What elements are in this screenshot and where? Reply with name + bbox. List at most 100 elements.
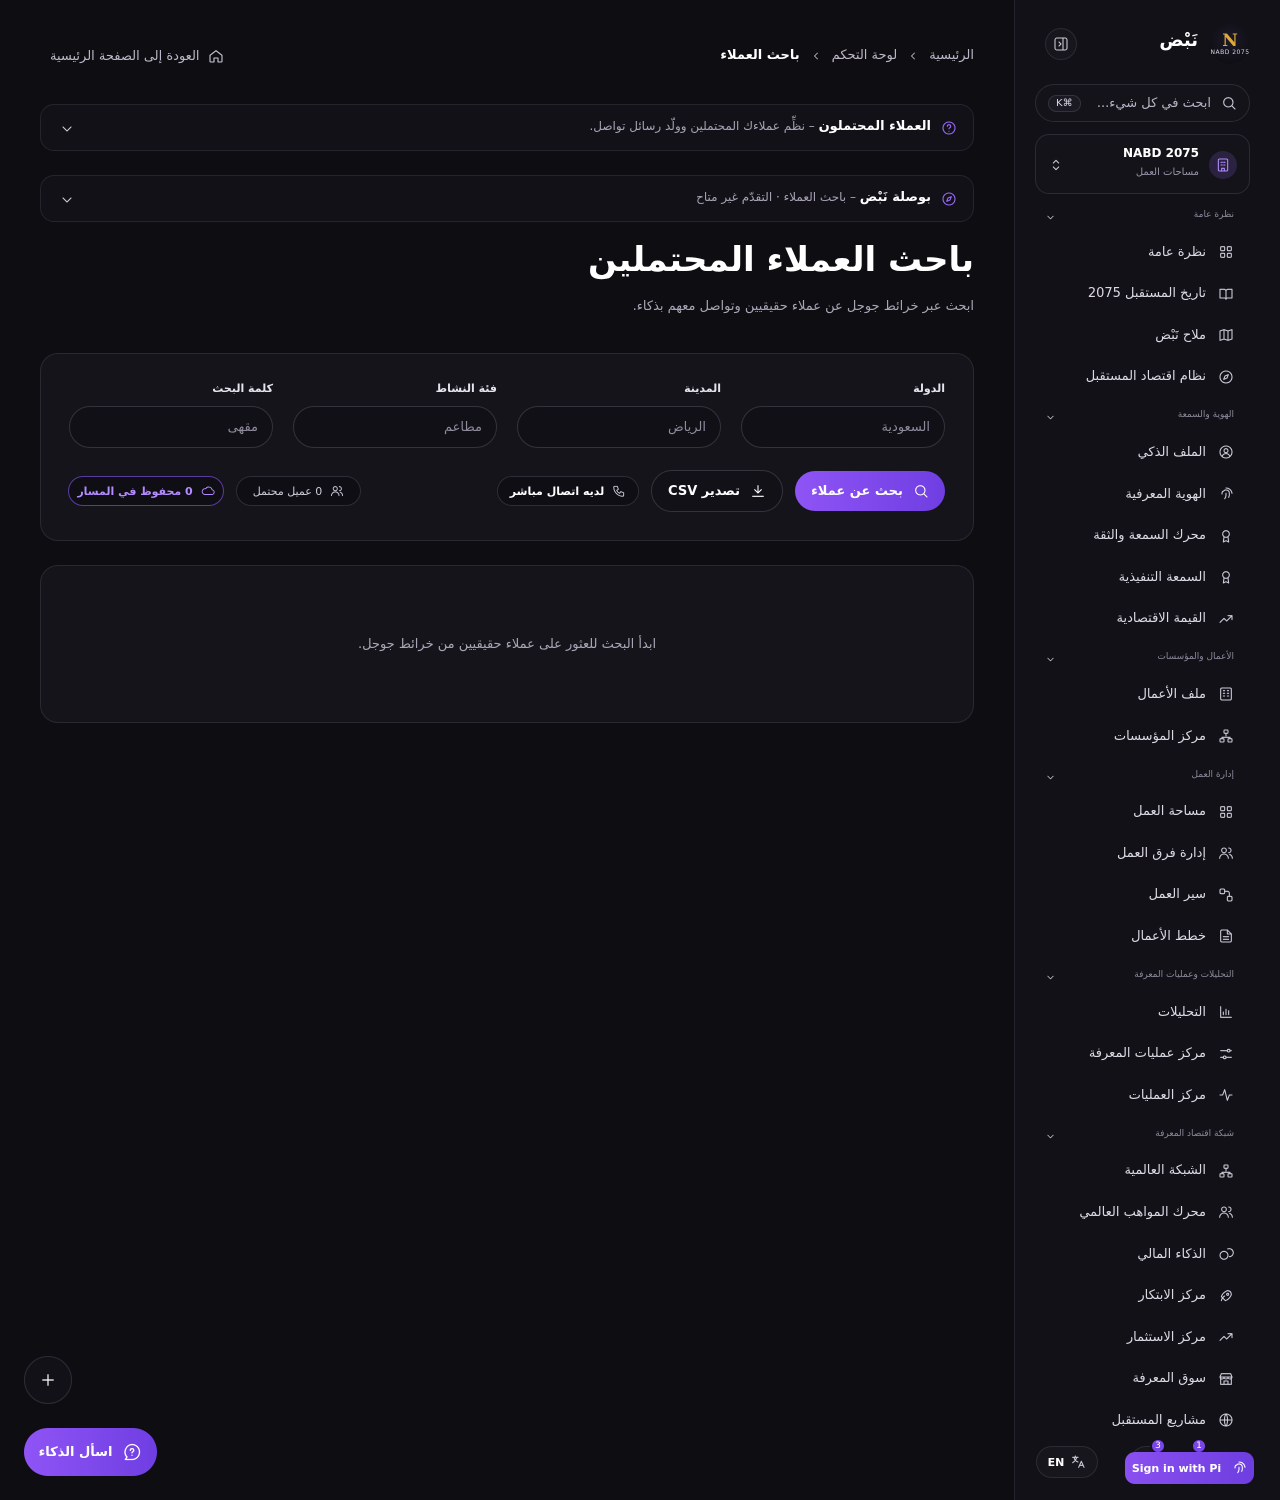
- chevron-down-icon: [1047, 775, 1054, 779]
- sidebar-nav-item[interactable]: سوق المعرفة: [1055, 1367, 1234, 1391]
- workspace-subtitle: مساحات العمل: [1135, 167, 1199, 178]
- has-phone-label: لديه اتصال مباشر: [509, 484, 605, 498]
- sidebar-nav-item[interactable]: تاريخ المستقبل 2075: [1055, 282, 1234, 306]
- sidebar-nav-label: سير العمل: [1148, 887, 1206, 903]
- country-field: الدولة: [741, 382, 945, 448]
- sidebar-nav-label: نظام اقتصاد المستقبل: [1085, 369, 1206, 385]
- sidebar-nav-item[interactable]: خطط الأعمال: [1055, 924, 1234, 948]
- nav-section-header[interactable]: الأعمال والمؤسسات: [1045, 652, 1234, 662]
- brand-name: نَبْض: [1159, 30, 1198, 51]
- phone-icon: [613, 485, 625, 497]
- sidebar-nav-item[interactable]: السمعة التنفيذية: [1055, 565, 1234, 589]
- nav-section-header[interactable]: شبكة اقتصاد المعرفة: [1045, 1129, 1234, 1139]
- saved-pipeline-label: 0 محفوظ في المسار: [77, 484, 193, 498]
- sidebar-nav-item[interactable]: مركز الابتكار: [1055, 1284, 1234, 1308]
- sidebar-nav-label: مشاريع المستقبل: [1111, 1412, 1206, 1428]
- fingerprint-icon: [1221, 487, 1233, 500]
- breadcrumb-dashboard[interactable]: لوحة التحكم: [832, 48, 898, 63]
- ask-ai-button[interactable]: اسأل الذكاء: [24, 1428, 157, 1476]
- sidebar-nav-label: مساحة العمل: [1133, 804, 1206, 820]
- breadcrumb-home[interactable]: الرئيسية: [929, 48, 974, 63]
- award-icon: [1222, 529, 1230, 543]
- field-label: فئة النشاط: [435, 382, 497, 395]
- sign-in-pi-button[interactable]: Sign in with Pi: [1125, 1452, 1254, 1484]
- keyword-input[interactable]: [69, 406, 273, 448]
- sidebar-nav-item[interactable]: إدارة فرق العمل: [1055, 841, 1234, 865]
- sidebar: N NABD 2075 نَبْض ابحث في كل شيء... ⌘K N…: [1014, 0, 1280, 1500]
- chevron-down-icon: [1047, 975, 1054, 980]
- workspace-name: NABD 2075: [1122, 146, 1199, 160]
- back-to-home-link[interactable]: العودة إلى الصفحة الرئيسية: [50, 48, 224, 64]
- sidebar-nav-item[interactable]: القيمة الاقتصادية: [1055, 607, 1234, 631]
- collapse-sidebar-button[interactable]: [1045, 28, 1077, 60]
- sidebar-nav-item[interactable]: ملف الأعمال: [1055, 682, 1234, 706]
- city-input[interactable]: [517, 406, 721, 448]
- saved-pipeline-badge[interactable]: 0 محفوظ في المسار: [68, 476, 224, 506]
- sidebar-nav-item[interactable]: التحليلات: [1055, 1000, 1234, 1024]
- has-phone-filter[interactable]: لديه اتصال مباشر: [497, 476, 639, 506]
- keyword-field: كلمة البحث: [69, 382, 273, 448]
- nav-section-header[interactable]: نظرة عامة: [1045, 210, 1234, 220]
- page-subtitle: ابحث عبر خرائط جوجل عن عملاء حقيقيين وتو…: [632, 299, 974, 314]
- sidebar-nav-item[interactable]: الملف الذكي: [1055, 440, 1234, 464]
- logo-text: NABD 2075: [1210, 48, 1250, 56]
- sidebar-nav-item[interactable]: الشبكة العالمية: [1055, 1159, 1234, 1183]
- back-link-label: العودة إلى الصفحة الرئيسية: [50, 48, 200, 64]
- sidebar-nav-label: الهوية المعرفية: [1125, 486, 1206, 502]
- chevron-updown-icon: [1052, 159, 1060, 171]
- sidebar-nav-item[interactable]: مساحة العمل: [1055, 800, 1234, 824]
- workspace-switcher[interactable]: NABD 2075 مساحات العمل: [1035, 134, 1250, 194]
- country-input[interactable]: [741, 406, 945, 448]
- search-placeholder: ابحث في كل شيء...: [1096, 95, 1211, 111]
- chevron-down-icon: [62, 126, 72, 132]
- nav-section-header[interactable]: الهوية والسمعة: [1045, 410, 1234, 420]
- sliders-icon: [1220, 1048, 1232, 1059]
- language-toggle[interactable]: EN: [1036, 1446, 1098, 1478]
- sidebar-nav-item[interactable]: محرك السمعة والثقة: [1055, 524, 1234, 548]
- accordion-leads[interactable]: العملاء المحتملون – نظِّم عملاءك المحتمل…: [40, 104, 974, 151]
- sidebar-nav-item[interactable]: مركز المؤسسات: [1055, 724, 1234, 748]
- category-input[interactable]: [293, 406, 497, 448]
- search-leads-button[interactable]: بحث عن عملاء: [795, 471, 945, 511]
- leads-count-badge: 0 عميل محتمل: [236, 476, 361, 506]
- trending-up-icon: [1219, 1333, 1233, 1342]
- accordion-desc: – باحث العملاء · التقدّم غير متاح: [696, 190, 856, 204]
- nav-section-title: الهوية والسمعة: [1177, 410, 1234, 421]
- search-shortcut: ⌘K: [1048, 94, 1081, 112]
- map-icon: [1219, 329, 1233, 342]
- language-label: EN: [1047, 1455, 1065, 1469]
- translate-icon: [1072, 1455, 1085, 1468]
- sign-in-pi-label: Sign in with Pi: [1131, 1461, 1222, 1475]
- sidebar-nav-item[interactable]: مركز الاستثمار: [1055, 1325, 1234, 1349]
- sidebar-nav-item[interactable]: ملاح نَبْض: [1055, 323, 1234, 347]
- sidebar-nav-label: محرك السمعة والثقة: [1093, 528, 1206, 544]
- sidebar-nav-item[interactable]: نظرة عامة: [1055, 240, 1234, 264]
- sidebar-nav-item[interactable]: مركز العمليات: [1055, 1083, 1234, 1107]
- sidebar-nav-item[interactable]: الذكاء المالي: [1055, 1242, 1234, 1266]
- bar-chart-icon: [1220, 1006, 1232, 1018]
- sidebar-nav-label: الذكاء المالي: [1137, 1246, 1206, 1262]
- sidebar-nav-item[interactable]: محرك المواهب العالمي: [1055, 1200, 1234, 1224]
- accordion-title: العملاء المحتملون: [818, 119, 931, 134]
- brand-logo[interactable]: N NABD 2075: [1210, 24, 1250, 64]
- sidebar-nav-item[interactable]: مشاريع المستقبل: [1055, 1408, 1234, 1432]
- book-icon: [1219, 288, 1233, 300]
- search-icon: [1223, 97, 1236, 110]
- sidebar-search[interactable]: ابحث في كل شيء... ⌘K: [1035, 84, 1250, 122]
- field-label: المدينة: [684, 382, 721, 395]
- sidebar-nav-item[interactable]: نظام اقتصاد المستقبل: [1055, 365, 1234, 389]
- panel-collapse-icon: [1054, 37, 1068, 51]
- sidebar-nav-label: نظرة عامة: [1147, 244, 1206, 260]
- grid-icon: [1220, 805, 1232, 818]
- nav-section-header[interactable]: إدارة العمل: [1045, 770, 1234, 780]
- nav-section-header[interactable]: التحليلات وعمليات المعرفة: [1045, 970, 1234, 980]
- add-button[interactable]: [24, 1356, 72, 1404]
- sidebar-nav-item[interactable]: سير العمل: [1055, 883, 1234, 907]
- sidebar-nav-item[interactable]: مركز عمليات المعرفة: [1055, 1042, 1234, 1066]
- sidebar-nav-item[interactable]: الهوية المعرفية: [1055, 482, 1234, 506]
- chevron-down-icon: [1047, 658, 1054, 662]
- export-csv-button[interactable]: تصدير CSV: [651, 470, 783, 512]
- chevron-left-icon: [911, 52, 916, 59]
- accordion-compass[interactable]: بوصلة نَبْض – باحث العملاء · التقدّم غير…: [40, 175, 974, 222]
- sidebar-nav-label: محرك المواهب العالمي: [1079, 1204, 1206, 1220]
